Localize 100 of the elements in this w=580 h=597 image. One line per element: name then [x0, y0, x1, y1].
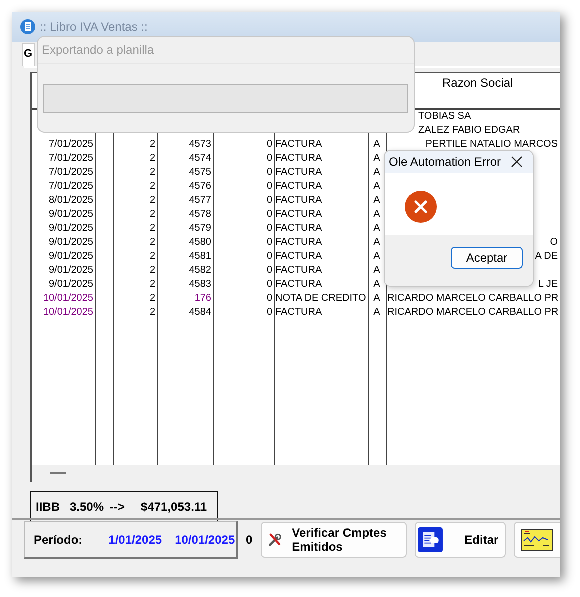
table-cell: 4581	[189, 251, 212, 262]
table-cell: A	[374, 237, 380, 248]
table-cell: 4584	[189, 307, 212, 318]
table-cell: FACTURA	[276, 181, 322, 192]
table-cell: FACTURA	[276, 139, 322, 150]
table-cell: 7/01/2025	[49, 167, 94, 178]
table-cell: FACTURA	[276, 251, 322, 262]
table-cell: 0	[266, 167, 272, 178]
table-cell: FACTURA	[276, 279, 322, 290]
table-cell: A	[374, 293, 380, 304]
document-icon	[20, 19, 36, 35]
date-value: 1/01/2025	[108, 532, 162, 546]
verify-button[interactable]: Verificar Cmptes Emitidos	[260, 522, 407, 558]
table-cell: FACTURA	[276, 307, 322, 318]
chart-button[interactable]	[514, 522, 560, 558]
table-cell: NOTA DE CREDITO	[276, 293, 366, 304]
table-cell: FACTURA	[276, 153, 322, 164]
table-cell: 9/01/2025	[49, 251, 94, 262]
date-value: 10/01/2025	[175, 532, 236, 546]
table-cell: 176	[194, 293, 212, 304]
table-cell: 2	[150, 265, 156, 276]
table-cell: 2	[150, 251, 156, 262]
table-cell: 4583	[189, 279, 212, 290]
table-cell: 0	[266, 153, 272, 164]
tab[interactable]: G	[22, 43, 35, 66]
table-cell: 4580	[189, 237, 212, 248]
table-cell: 0	[266, 237, 272, 248]
table-cell: RICARDO MARCELO CARBALLO PR	[388, 293, 559, 304]
table-cell: A	[374, 181, 380, 192]
arrow-text: -->	[110, 500, 126, 514]
table-cell: 2	[150, 293, 156, 304]
table-cell: A	[374, 153, 380, 164]
column-header[interactable]: Razon Social	[442, 76, 514, 90]
table-cell: A	[374, 167, 380, 178]
table-cell: FACTURA	[276, 265, 322, 276]
table-cell: FACTURA	[276, 195, 322, 206]
table-cell: 0	[266, 139, 272, 150]
dialog-title: Ole Automation Error	[389, 155, 502, 169]
table-cell: 0	[266, 279, 272, 290]
table-cell: 2	[150, 209, 156, 220]
table-cell: 4582	[189, 265, 212, 276]
edit-button[interactable]: Editar	[414, 522, 506, 558]
table-cell: A	[374, 307, 380, 318]
table-cell: 0	[266, 195, 272, 206]
table-cell: 9/01/2025	[49, 279, 94, 290]
table-cell: 2	[150, 181, 156, 192]
table-cell: FACTURA	[276, 237, 322, 248]
window-title: :: Libro IVA Ventas ::	[40, 20, 148, 34]
table-cell: RICARDO MARCELO CARBALLO PR	[388, 307, 559, 318]
table-cell: 4579	[189, 223, 212, 234]
table-cell: 2	[150, 167, 156, 178]
period-label: Período:	[34, 532, 83, 546]
table-cell: 0	[266, 265, 272, 276]
table-cell: 2	[150, 153, 156, 164]
table-cell: 0	[266, 223, 272, 234]
table-cell: 4573	[189, 139, 212, 150]
table-cell: A	[374, 223, 380, 234]
count-label: 0	[246, 533, 253, 547]
table-cell: FACTURA	[276, 223, 322, 234]
table-cell: 0	[266, 307, 272, 318]
table-cell: A	[374, 279, 380, 290]
table-cell: PERTILE NATALIO MARCOS	[426, 139, 558, 150]
table-cell: 0	[266, 181, 272, 192]
table-cell: 0	[266, 209, 272, 220]
table-cell: 9/01/2025	[49, 237, 94, 248]
table-cell: A	[374, 195, 380, 206]
table-cell: 10/01/2025	[43, 293, 94, 304]
table-cell: 7/01/2025	[49, 181, 94, 192]
table-cell: 4574	[189, 153, 212, 164]
table-cell: A	[374, 265, 380, 276]
table-cell: 4576	[189, 181, 212, 192]
table-cell: 7/01/2025	[49, 153, 94, 164]
table-cell: FACTURA	[276, 167, 322, 178]
table-cell: 10/01/2025	[43, 307, 94, 318]
close-icon[interactable]	[511, 156, 523, 168]
table-cell: 9/01/2025	[49, 223, 94, 234]
table-cell: 9/01/2025	[49, 209, 94, 220]
table-cell: L JE	[538, 279, 558, 290]
table-cell: A	[374, 209, 380, 220]
table-cell: 2	[150, 307, 156, 318]
edit-icon	[418, 525, 443, 555]
table-cell: 4577	[189, 195, 212, 206]
rate-value: 3.50%	[70, 500, 104, 514]
table-cell: 2	[150, 237, 156, 248]
table-cell: 2	[150, 139, 156, 150]
table-cell: 7/01/2025	[49, 139, 94, 150]
table-cell: 2	[150, 195, 156, 206]
table-cell: A	[374, 139, 380, 150]
table-cell: ZALEZ FABIO EDGAR	[418, 125, 520, 136]
table-cell: 4578	[189, 209, 212, 220]
table-cell: A	[374, 251, 380, 262]
table-cell: 4575	[189, 167, 212, 178]
table-cell: 2	[150, 279, 156, 290]
table-cell: O	[550, 237, 558, 248]
summary-label: IIBB	[36, 500, 60, 514]
amount-value: $471,053.11	[141, 500, 208, 514]
table-cell: 9/01/2025	[49, 265, 94, 276]
horizontal-scrollbar[interactable]	[32, 465, 560, 482]
table-cell: 0	[266, 251, 272, 262]
accept-button[interactable]: Aceptar	[451, 247, 523, 269]
